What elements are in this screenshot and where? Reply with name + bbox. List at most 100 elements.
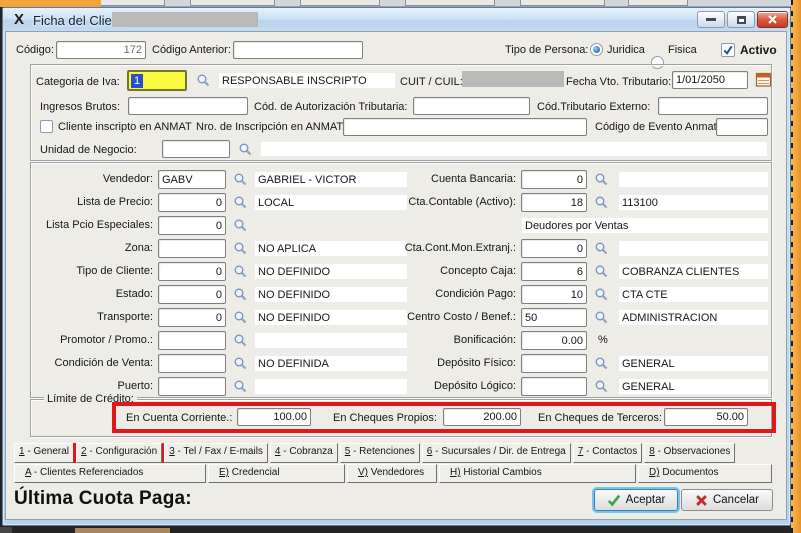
- lista-pcio-especiales-field[interactable]: 0: [158, 216, 226, 235]
- tab-general[interactable]: 1 - General: [14, 443, 74, 463]
- fecha-vto-calendar-button[interactable]: [755, 71, 772, 88]
- magnifier-icon: [233, 218, 248, 233]
- zona-lookup[interactable]: [233, 241, 248, 256]
- radio-juridica[interactable]: [590, 43, 603, 56]
- minimize-button[interactable]: [697, 11, 725, 28]
- categoria-iva-field[interactable]: 1: [127, 70, 187, 91]
- puerto-field[interactable]: [158, 377, 226, 396]
- centro-costo-lookup[interactable]: [594, 310, 609, 325]
- tab-observaciones[interactable]: 8 - Observaciones: [644, 443, 735, 463]
- unidad-negocio-label: Unidad de Negocio:: [40, 144, 137, 156]
- promotor-field[interactable]: [158, 331, 226, 350]
- tab-clientes-referenciados[interactable]: A - Clientes Referenciados: [14, 464, 206, 483]
- tab-contactos[interactable]: 7 - Contactos: [573, 443, 642, 463]
- condicion-venta-label: Condición de Venta:: [30, 357, 153, 369]
- centro-costo-field[interactable]: 50: [521, 308, 587, 327]
- tab-sucursales[interactable]: 6 - Sucursales / Dir. de Entrega: [422, 443, 571, 463]
- anmat-nro-field[interactable]: [343, 118, 587, 136]
- cheques-terceros-field[interactable]: 50.00: [664, 408, 748, 426]
- percent-label: %: [598, 334, 608, 346]
- magnifier-icon: [233, 264, 248, 279]
- cod-autorizacion-field[interactable]: [413, 97, 530, 115]
- calendar-icon: [755, 71, 772, 88]
- puerto-lookup[interactable]: [233, 379, 248, 394]
- activo-checkbox[interactable]: [721, 43, 735, 57]
- tab-configuracion[interactable]: 2 - Configuración: [76, 443, 162, 463]
- tab-documentos[interactable]: D) Documentos: [638, 464, 772, 483]
- condicion-pago-desc: CTA CTE: [618, 286, 769, 303]
- ingresos-brutos-field[interactable]: [128, 97, 248, 115]
- tab-vendedores[interactable]: V) Vendedores: [347, 464, 437, 483]
- minimize-icon: [706, 18, 716, 21]
- cancelar-label: Cancelar: [713, 494, 759, 506]
- condicion-pago-label: Condición Pago:: [398, 288, 516, 300]
- tab-tel-fax-emails[interactable]: 3 - Tel / Fax / E-mails: [164, 443, 268, 463]
- maximize-button[interactable]: [727, 11, 755, 28]
- lista-pcio-especiales-lookup[interactable]: [233, 218, 248, 233]
- vendedor-lookup[interactable]: [233, 172, 248, 187]
- deudores-por-ventas-field: Deudores por Ventas: [521, 217, 769, 234]
- aceptar-button[interactable]: Aceptar: [594, 489, 678, 511]
- codigo-anterior-field[interactable]: [233, 41, 363, 59]
- condicion-pago-lookup[interactable]: [594, 287, 609, 302]
- vendedor-field[interactable]: GABV: [158, 170, 226, 189]
- categoria-iva-lookup[interactable]: [196, 73, 211, 88]
- cta-mon-extranj-label: Cta.Cont.Mon.Extranj.:: [398, 242, 516, 254]
- tipo-cliente-field[interactable]: 0: [158, 262, 226, 281]
- cancelar-button[interactable]: Cancelar: [681, 489, 773, 511]
- zona-field[interactable]: [158, 239, 226, 258]
- promotor-desc: [254, 332, 408, 349]
- magnifier-icon: [594, 310, 609, 325]
- cuenta-corriente-field[interactable]: 100.00: [237, 408, 311, 426]
- cuenta-bancaria-lookup[interactable]: [594, 172, 609, 187]
- concepto-caja-lookup[interactable]: [594, 264, 609, 279]
- anmat-evento-label: Código de Evento Anmat:: [595, 121, 720, 133]
- magnifier-icon: [233, 241, 248, 256]
- anmat-evento-field[interactable]: [716, 118, 768, 136]
- cta-mon-extranj-field[interactable]: 0: [521, 239, 587, 258]
- redacted-cuit-value: [462, 71, 564, 87]
- tab-cobranza[interactable]: 4 - Cobranza: [270, 443, 338, 463]
- tab-credencial[interactable]: E) Credencial: [208, 464, 345, 483]
- estado-lookup[interactable]: [233, 287, 248, 302]
- deposito-logico-field[interactable]: [521, 377, 587, 396]
- condicion-venta-field[interactable]: [158, 354, 226, 373]
- radio-fisica-label: Fisica: [668, 44, 697, 56]
- anmat-check-label: Cliente inscripto en ANMAT: [58, 121, 192, 133]
- vendedor-label: Vendedor:: [30, 173, 153, 185]
- cod-tributario-ext-field[interactable]: [658, 97, 768, 115]
- lista-precio-desc: LOCAL: [254, 194, 408, 211]
- cheques-propios-field[interactable]: 200.00: [443, 408, 521, 426]
- codigo-field[interactable]: 172: [56, 41, 146, 59]
- fecha-vto-field[interactable]: 1/01/2050: [672, 71, 748, 89]
- tab-row-2: A - Clientes Referenciados E) Credencial…: [14, 464, 782, 483]
- deposito-fisico-lookup[interactable]: [594, 356, 609, 371]
- unidad-negocio-field[interactable]: [162, 140, 230, 158]
- lista-precio-field[interactable]: 0: [158, 193, 226, 212]
- cta-mon-extranj-lookup[interactable]: [594, 241, 609, 256]
- cta-contable-field[interactable]: 18: [521, 193, 587, 212]
- lista-precio-lookup[interactable]: [233, 195, 248, 210]
- tab-historial-cambios[interactable]: H) Historial Cambios: [439, 464, 636, 483]
- deposito-logico-lookup[interactable]: [594, 379, 609, 394]
- promotor-lookup[interactable]: [233, 333, 248, 348]
- bonificacion-field[interactable]: 0.00: [521, 331, 587, 350]
- magnifier-icon: [233, 310, 248, 325]
- cta-contable-lookup[interactable]: [594, 195, 609, 210]
- close-icon: [768, 15, 777, 24]
- transporte-field[interactable]: 0: [158, 308, 226, 327]
- concepto-caja-label: Concepto Caja:: [398, 265, 516, 277]
- condicion-venta-lookup[interactable]: [233, 356, 248, 371]
- tab-retenciones[interactable]: 5 - Retenciones: [340, 443, 420, 463]
- condicion-pago-field[interactable]: 10: [521, 285, 587, 304]
- anmat-checkbox[interactable]: [40, 120, 53, 133]
- unidad-negocio-lookup[interactable]: [238, 142, 253, 157]
- transporte-lookup[interactable]: [233, 310, 248, 325]
- deposito-fisico-field[interactable]: [521, 354, 587, 373]
- close-button[interactable]: [757, 11, 788, 28]
- cuenta-bancaria-field[interactable]: 0: [521, 170, 587, 189]
- puerto-label: Puerto:: [30, 380, 153, 392]
- estado-field[interactable]: 0: [158, 285, 226, 304]
- tipo-cliente-lookup[interactable]: [233, 264, 248, 279]
- concepto-caja-field[interactable]: 6: [521, 262, 587, 281]
